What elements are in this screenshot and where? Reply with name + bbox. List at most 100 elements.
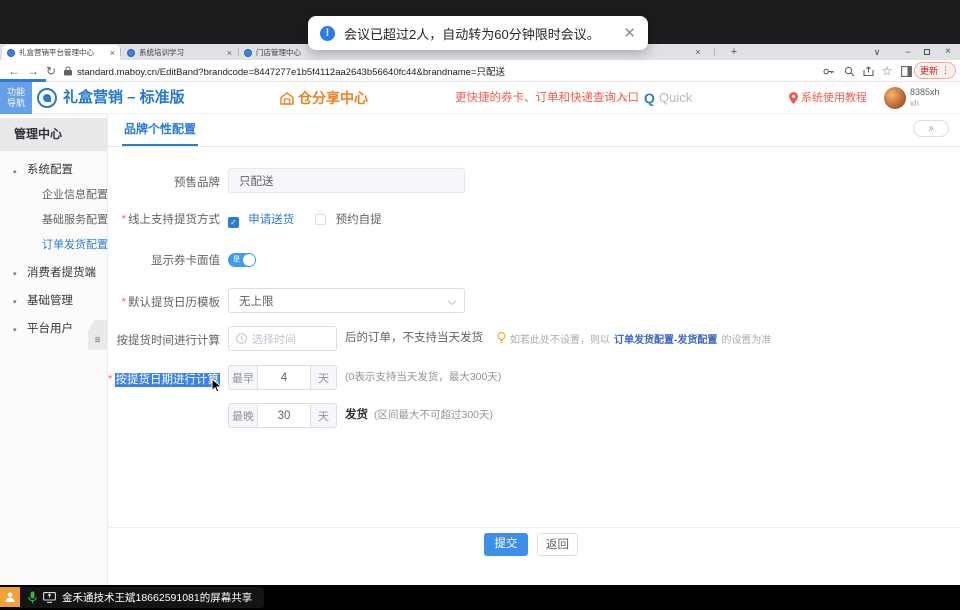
form-row-presale-brand: 预售品牌 只配送: [108, 168, 960, 193]
tab-favicon-icon: [244, 49, 252, 57]
sidebar-group-basic-management[interactable]: ▾基础管理: [0, 291, 108, 311]
latest-days-input[interactable]: [258, 403, 310, 428]
caret-up-icon: ▴: [13, 162, 27, 182]
location-pin-icon: [789, 91, 798, 109]
screen-share-bar: 金禾通技术王斌18662591081的屏幕共享: [0, 585, 960, 610]
back-button[interactable]: 返回: [537, 533, 578, 556]
bookmark-star-icon[interactable]: ☆: [879, 63, 895, 79]
app-header: 功能 导航 礼盒营销 – 标准版 仓分享中心 更快捷的券卡、订单和快递查询入口 …: [0, 82, 960, 114]
latest-unit: 天: [310, 403, 337, 428]
earliest-unit: 天: [310, 365, 337, 390]
tab-separator: [714, 48, 715, 56]
selected-label-text: 按提货日期进行计算: [115, 373, 221, 387]
form-row-face-value: 显示券卡面值 是: [108, 252, 960, 268]
toggle-on-text: 是: [233, 256, 240, 264]
tab-close-icon[interactable]: ×: [227, 48, 232, 58]
bulb-icon: [497, 332, 506, 345]
field-label: 按提货时间进行计算: [108, 332, 220, 348]
field-label: 显示券卡面值: [108, 252, 220, 268]
tab-separator: [120, 48, 121, 56]
promo-text: 更快捷的券卡、订单和快递查询入口: [455, 82, 639, 114]
earliest-hint: (0表示支持当天发货，最大300天): [345, 365, 501, 390]
face-value-toggle-on[interactable]: 是: [228, 253, 256, 267]
group-label: 消费者提货端: [27, 267, 96, 279]
ship-text: 发货: [345, 403, 368, 428]
side-panel-icon[interactable]: [898, 63, 914, 79]
window-minimize-icon[interactable]: −: [901, 44, 915, 60]
earliest-days-input[interactable]: [258, 365, 310, 390]
microphone-icon: [28, 591, 37, 604]
reload-icon[interactable]: ↻: [46, 60, 56, 82]
window-menu-icon[interactable]: ∨: [870, 44, 884, 60]
checkbox-selfpickup-unchecked[interactable]: [315, 214, 326, 225]
required-mark: *: [122, 214, 126, 226]
window-close-icon[interactable]: ×: [941, 44, 955, 60]
required-mark: *: [108, 374, 112, 386]
zoom-icon[interactable]: [841, 63, 857, 79]
browser-tab-gift-admin[interactable]: 礼盒营销平台管理中心 ×: [2, 45, 120, 60]
form-row-by-date-earliest: *按提货日期进行计算 最早 天 (0表示支持当天发货，最大300天): [108, 365, 960, 390]
option-selfpickup-label[interactable]: 预约自提: [336, 214, 382, 226]
sidebar-item-enterprise-info[interactable]: 企业信息配置: [0, 185, 108, 205]
calendar-template-select[interactable]: 无上限: [228, 288, 465, 313]
caret-down-icon: ▾: [13, 293, 27, 313]
browser-menu-dots-icon[interactable]: ⋮: [941, 65, 950, 76]
panel-collapse-button[interactable]: »: [913, 120, 949, 137]
quick-search-label[interactable]: Quick: [659, 82, 692, 114]
tip-text-1: 如若此处不设置，则以: [510, 331, 610, 346]
caret-down-icon: ▾: [13, 321, 27, 341]
desktop: ! 会议已超过2人，自动转为60分钟限时会议。 ✕ 礼盒营销平台管理中心 × 系…: [0, 0, 960, 610]
option-delivery-label[interactable]: 申请送货: [248, 214, 294, 226]
page-loading-bar: [0, 79, 46, 82]
user-avatar[interactable]: [884, 87, 906, 109]
toggle-knob: [243, 254, 255, 266]
quick-search-q[interactable]: Q: [644, 82, 655, 114]
form-row-calendar-template: *默认提货日历模板 无上限: [108, 288, 960, 313]
required-mark: *: [122, 297, 126, 309]
submit-button[interactable]: 提交: [484, 533, 528, 556]
window-maximize-icon[interactable]: [924, 49, 930, 55]
meeting-toast: ! 会议已超过2人，自动转为60分钟限时会议。 ✕: [308, 16, 648, 50]
system-tutorial-link[interactable]: 系统使用教程: [801, 82, 867, 114]
tab-close-icon[interactable]: ×: [692, 44, 704, 60]
sidebar-item-basic-service[interactable]: 基础服务配置: [0, 210, 108, 230]
sidebar-item-order-shipping[interactable]: 订单发货配置: [0, 235, 108, 255]
share-center-label: 仓分享中心: [298, 88, 368, 108]
warehouse-share-center-link[interactable]: 仓分享中心: [280, 82, 368, 114]
feature-nav-button[interactable]: 功能 导航: [0, 82, 32, 114]
warehouse-icon: [280, 92, 294, 105]
url-field[interactable]: standard.maboy.cn/EditBand?brandcode=844…: [64, 63, 624, 79]
latest-hint: (区间最大不可超过300天): [374, 403, 493, 428]
presale-brand-input[interactable]: 只配送: [228, 168, 465, 193]
time-placeholder: 选择时间: [252, 331, 296, 347]
checkbox-delivery-checked[interactable]: ✓: [228, 217, 239, 228]
user-id: 8385xh: [910, 87, 940, 98]
share-icon[interactable]: [860, 63, 876, 79]
sidebar: 管理中心 ▴系统配置 企业信息配置 基础服务配置 订单发货配置 ▾消费者提货端 …: [0, 114, 108, 585]
sidebar-group-system-config[interactable]: ▴系统配置: [0, 160, 108, 180]
browser-address-bar: ← → ↻ standard.maboy.cn/EditBand?brandco…: [0, 60, 960, 82]
browser-update-button[interactable]: 更新 ⋮: [914, 62, 956, 79]
shipping-config-tip: 如若此处不设置，则以订单发货配置-发货配置的设置为准: [497, 326, 771, 351]
shipping-config-link[interactable]: 订单发货配置-发货配置: [614, 331, 717, 346]
key-icon[interactable]: [820, 63, 836, 79]
sidebar-header: 管理中心: [0, 118, 108, 151]
tab-close-icon[interactable]: ×: [110, 48, 115, 58]
nav-badge-line1: 功能: [0, 87, 32, 98]
form-row-pickup-methods: *线上支持提货方式 ✓ 申请送货 预约自提: [108, 211, 960, 227]
main-content: 品牌个性配置 » 预售品牌 只配送 *线上支持提货方式 ✓ 申请送货 预约自提 …: [108, 114, 960, 585]
tab-favicon-icon: [7, 49, 15, 57]
lock-icon: [64, 66, 72, 76]
browser-tab-training[interactable]: 系统培训学习 ×: [122, 45, 237, 60]
group-label: 系统配置: [27, 164, 73, 176]
earliest-prefix: 最早: [228, 365, 258, 390]
participant-button[interactable]: [0, 587, 20, 607]
new-tab-button[interactable]: +: [727, 44, 741, 60]
tab-brand-config[interactable]: 品牌个性配置: [122, 114, 198, 146]
toast-close-icon[interactable]: ✕: [623, 24, 636, 42]
tab-favicon-icon: [127, 49, 135, 57]
sidebar-group-consumer-pickup[interactable]: ▾消费者提货端: [0, 263, 108, 283]
share-status-label: 金禾通技术王斌18662591081的屏幕共享: [20, 587, 264, 608]
time-picker-input[interactable]: 选择时间: [228, 326, 337, 351]
group-label: 平台用户: [27, 323, 73, 335]
